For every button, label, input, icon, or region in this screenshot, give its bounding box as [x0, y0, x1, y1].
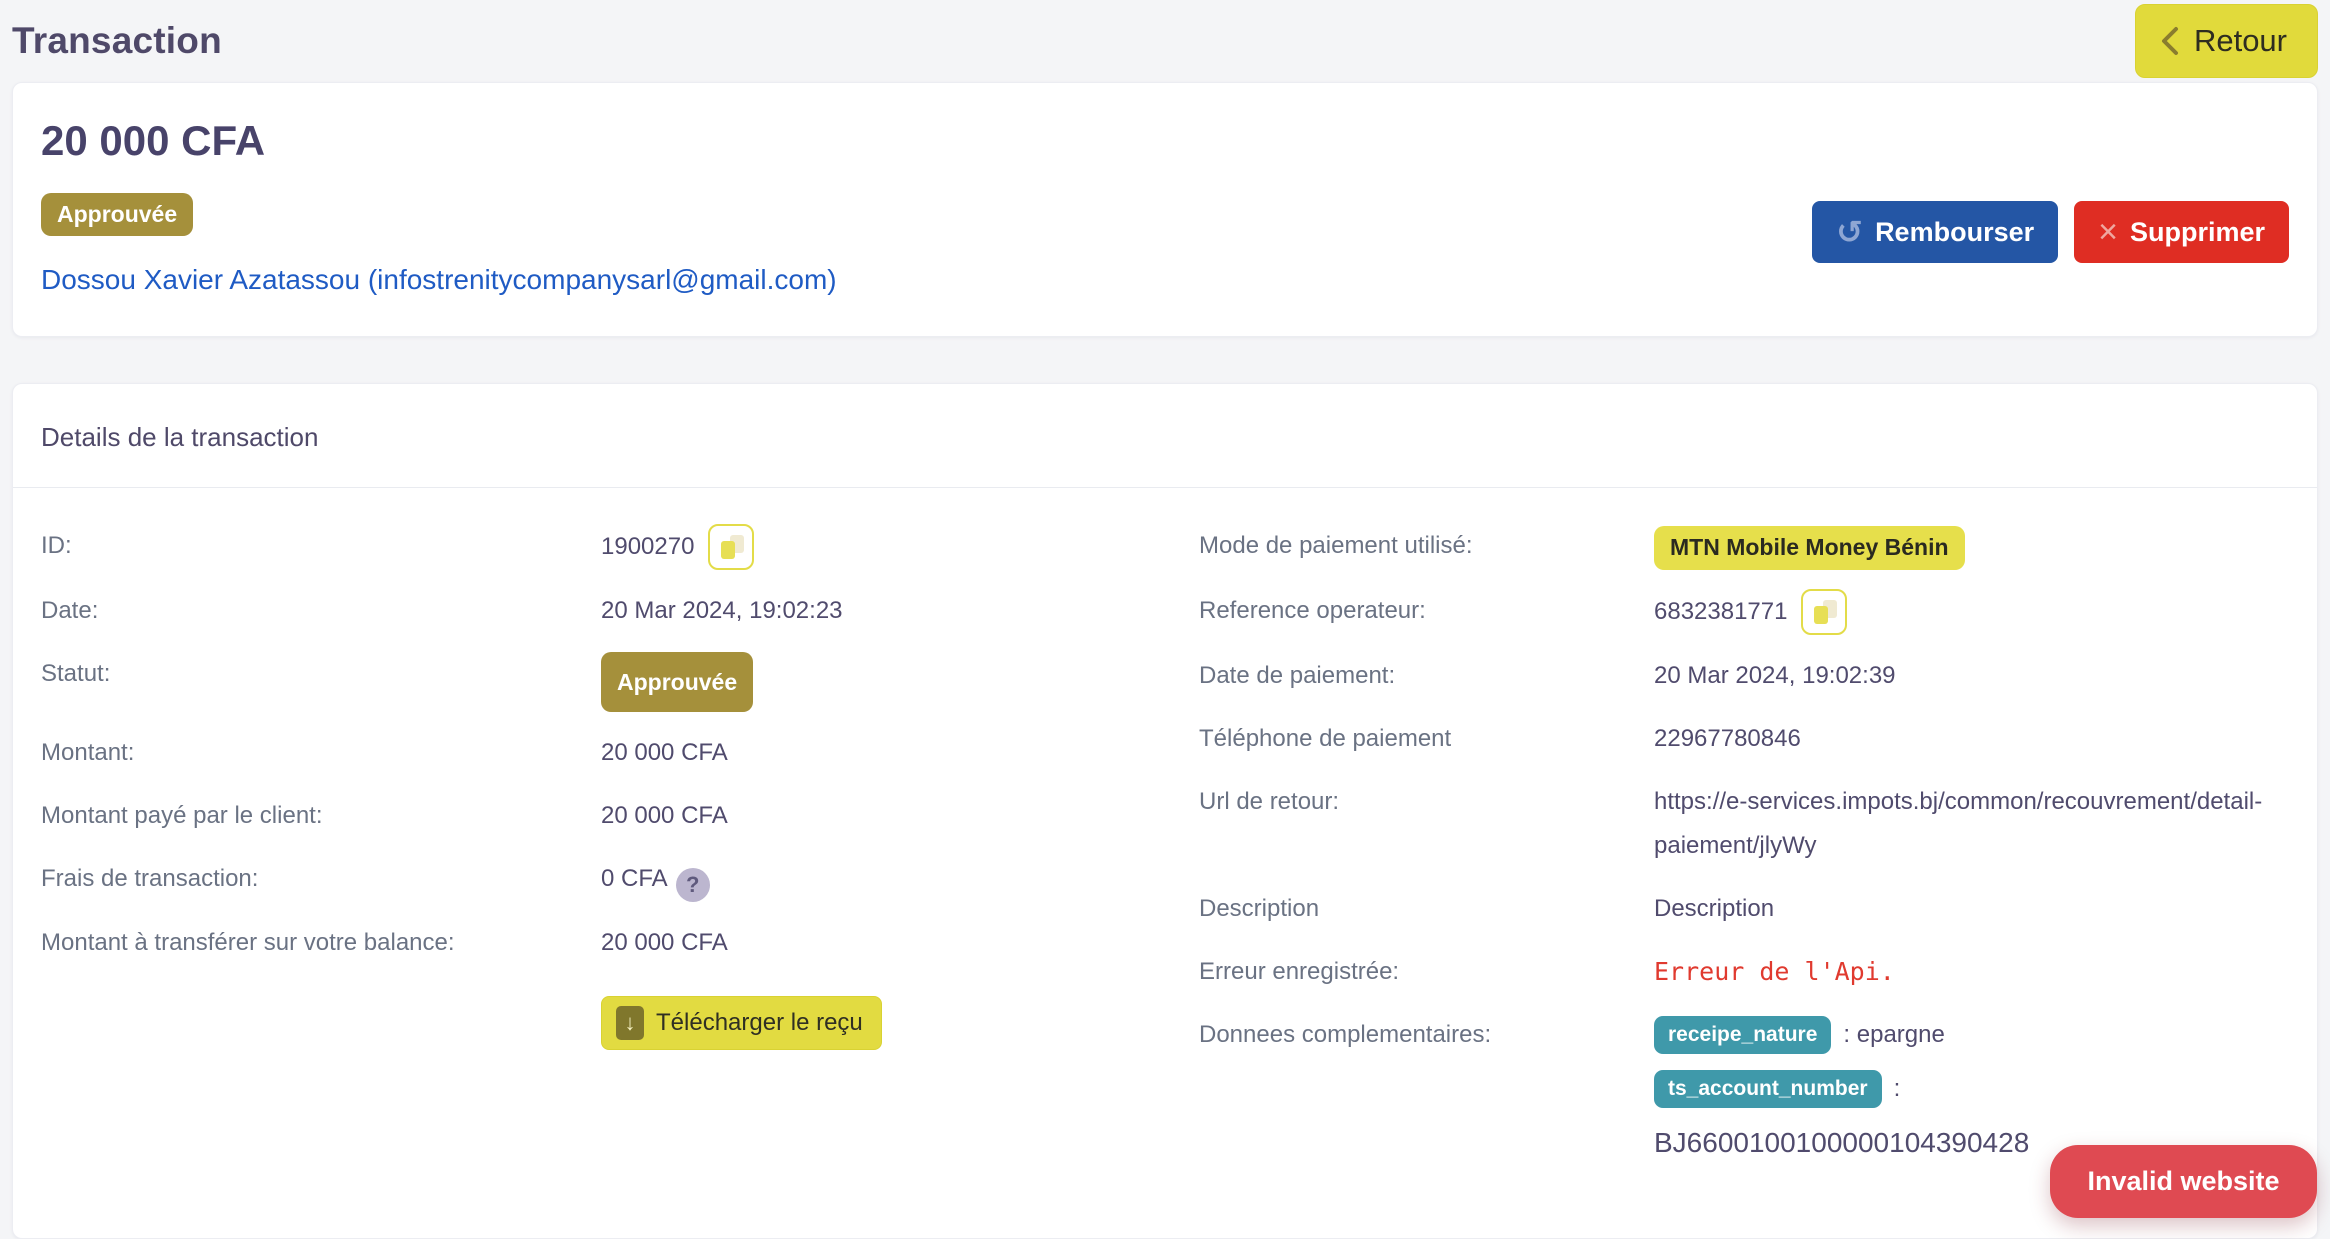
details-card-title: Details de la transaction [13, 384, 2317, 488]
copy-id-button[interactable] [708, 524, 754, 570]
description-value: Description [1654, 887, 2289, 931]
refund-button[interactable]: ↺ Rembourser [1812, 201, 2058, 263]
details-body: ID: 1900270 Date: 20 Mar 2024, 19:02:23 … [13, 488, 2317, 1224]
transaction-amount: 20 000 CFA [41, 117, 2289, 165]
status-badge: Approuvée [41, 193, 193, 236]
download-receipt-button[interactable]: ↓ Télécharger le reçu [601, 996, 882, 1050]
topbar: Transaction Retour [0, 0, 2330, 82]
date-value: 20 Mar 2024, 19:02:23 [601, 589, 1199, 633]
back-button[interactable]: Retour [2135, 4, 2318, 78]
details-column-left: ID: 1900270 Date: 20 Mar 2024, 19:02:23 … [41, 524, 1199, 1184]
montant-paye-label: Montant payé par le client: [41, 794, 601, 838]
erreur-label: Erreur enregistrée: [1199, 950, 1654, 994]
mode-paiement-label: Mode de paiement utilisé: [1199, 524, 1654, 568]
ts-account-colon: : [1894, 1075, 1901, 1103]
close-icon: × [2098, 215, 2118, 249]
montant-label: Montant: [41, 731, 601, 775]
details-column-right: Mode de paiement utilisé: MTN Mobile Mon… [1199, 524, 2289, 1184]
statut-label: Statut: [41, 652, 601, 696]
telephone-value: 22967780846 [1654, 717, 2289, 761]
telephone-label: Téléphone de paiement [1199, 717, 1654, 761]
detail-row-id: ID: 1900270 [41, 524, 1199, 570]
summary-card: 20 000 CFA Approuvée Dossou Xavier Azata… [12, 82, 2318, 337]
detail-row-frais: Frais de transaction: 0 CFA? [41, 857, 1199, 902]
delete-button-label: Supprimer [2130, 217, 2265, 248]
detail-row-montant-transfert: Montant à transférer sur votre balance: … [41, 921, 1199, 965]
copy-icon [1803, 591, 1845, 633]
date-paiement-value: 20 Mar 2024, 19:02:39 [1654, 654, 2289, 698]
frais-value: 0 CFA [601, 865, 668, 892]
download-receipt-label: Télécharger le reçu [656, 1009, 863, 1037]
invalid-website-toast: Invalid website [2050, 1145, 2317, 1218]
statut-status-badge: Approuvée [601, 652, 753, 712]
donnees-line-ts-account: ts_account_number : [1654, 1067, 2289, 1111]
reference-label: Reference operateur: [1199, 589, 1654, 633]
summary-actions: ↺ Rembourser × Supprimer [1812, 201, 2289, 263]
detail-row-mode-paiement: Mode de paiement utilisé: MTN Mobile Mon… [1199, 524, 2289, 570]
date-label: Date: [41, 589, 601, 633]
montant-transfert-label: Montant à transférer sur votre balance: [41, 921, 601, 965]
id-value: 1900270 [601, 525, 694, 569]
detail-row-donnees: Donnees complementaires: receipe_nature … [1199, 1013, 2289, 1165]
refund-button-label: Rembourser [1875, 217, 2034, 248]
detail-row-montant: Montant: 20 000 CFA [41, 731, 1199, 775]
detail-row-montant-paye: Montant payé par le client: 20 000 CFA [41, 794, 1199, 838]
frais-label: Frais de transaction: [41, 857, 601, 901]
detail-row-erreur: Erreur enregistrée: Erreur de l'Api. [1199, 950, 2289, 994]
date-paiement-label: Date de paiement: [1199, 654, 1654, 698]
erreur-value: Erreur de l'Api. [1654, 950, 2289, 994]
copy-icon [710, 526, 752, 568]
url-retour-value: https://e-services.impots.bj/common/reco… [1654, 780, 2289, 868]
copy-reference-button[interactable] [1801, 589, 1847, 635]
page-title: Transaction [12, 20, 222, 62]
receipe-nature-chip: receipe_nature [1654, 1016, 1831, 1053]
detail-row-url-retour: Url de retour: https://e-services.impots… [1199, 780, 2289, 868]
delete-button[interactable]: × Supprimer [2074, 201, 2289, 263]
donnees-label: Donnees complementaires: [1199, 1013, 1654, 1057]
payment-method-badge: MTN Mobile Money Bénin [1654, 526, 1965, 570]
id-label: ID: [41, 524, 601, 568]
download-icon: ↓ [616, 1006, 644, 1040]
detail-row-description: Description Description [1199, 887, 2289, 931]
ts-account-number-chip: ts_account_number [1654, 1070, 1882, 1107]
detail-row-statut: Statut: Approuvée [41, 652, 1199, 712]
details-card: Details de la transaction ID: 1900270 Da… [12, 383, 2318, 1239]
detail-row-reference: Reference operateur: 6832381771 [1199, 589, 2289, 635]
chevron-left-icon [2158, 24, 2182, 58]
description-label: Description [1199, 887, 1654, 931]
receipe-nature-value: : epargne [1843, 1021, 1944, 1049]
help-icon[interactable]: ? [676, 868, 710, 902]
undo-icon: ↺ [1836, 216, 1863, 248]
detail-row-date: Date: 20 Mar 2024, 19:02:23 [41, 589, 1199, 633]
donnees-line-receipe-nature: receipe_nature : epargne [1654, 1013, 2289, 1057]
detail-row-telephone: Téléphone de paiement 22967780846 [1199, 717, 2289, 761]
url-retour-label: Url de retour: [1199, 780, 1654, 824]
detail-row-receipt: ↓ Télécharger le reçu [41, 984, 1199, 1050]
montant-transfert-value: 20 000 CFA [601, 921, 1199, 965]
detail-row-date-paiement: Date de paiement: 20 Mar 2024, 19:02:39 [1199, 654, 2289, 698]
back-button-label: Retour [2194, 23, 2287, 59]
customer-link[interactable]: Dossou Xavier Azatassou (infostrenitycom… [41, 264, 837, 296]
reference-value: 6832381771 [1654, 590, 1787, 634]
montant-paye-value: 20 000 CFA [601, 794, 1199, 838]
montant-value: 20 000 CFA [601, 731, 1199, 775]
